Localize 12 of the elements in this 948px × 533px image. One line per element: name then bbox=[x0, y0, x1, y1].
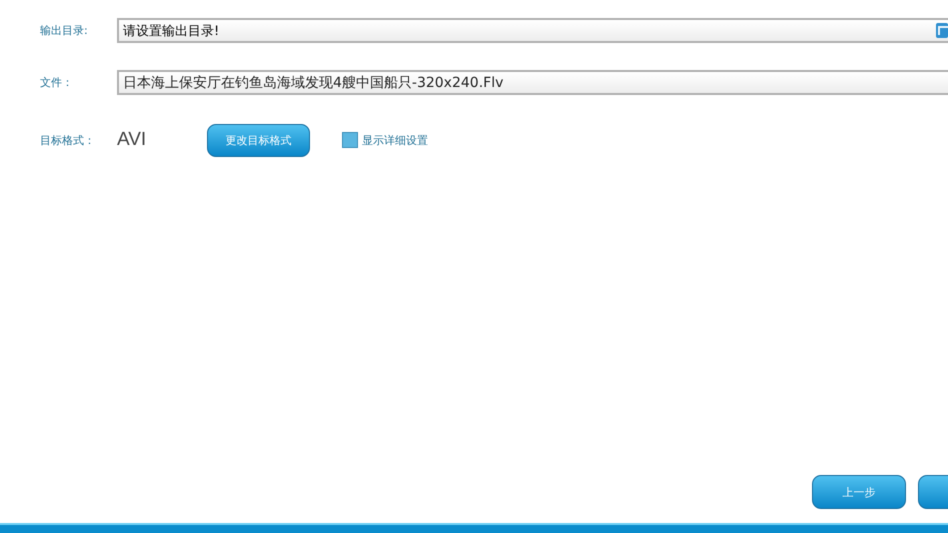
checkbox-label[interactable]: 显示详细设置 bbox=[362, 132, 428, 148]
output-dir-field[interactable]: 请设置输出目录! bbox=[117, 18, 948, 43]
folder-icon[interactable] bbox=[936, 23, 948, 38]
change-format-button[interactable]: 更改目标格式 bbox=[207, 124, 310, 156]
field-label: 目标格式： bbox=[40, 132, 96, 148]
checkbox[interactable] bbox=[342, 132, 358, 148]
next-button[interactable] bbox=[918, 475, 948, 509]
back-button[interactable]: 上一步 bbox=[812, 475, 906, 509]
file-field[interactable]: 日本海上保安厅在钓鱼岛海域发现4艘中国船只-320x240.Flv bbox=[117, 70, 948, 95]
field-label: 文件： bbox=[40, 75, 74, 90]
format-value: AVI bbox=[117, 129, 148, 151]
field-label: 输出目录: bbox=[40, 23, 89, 38]
